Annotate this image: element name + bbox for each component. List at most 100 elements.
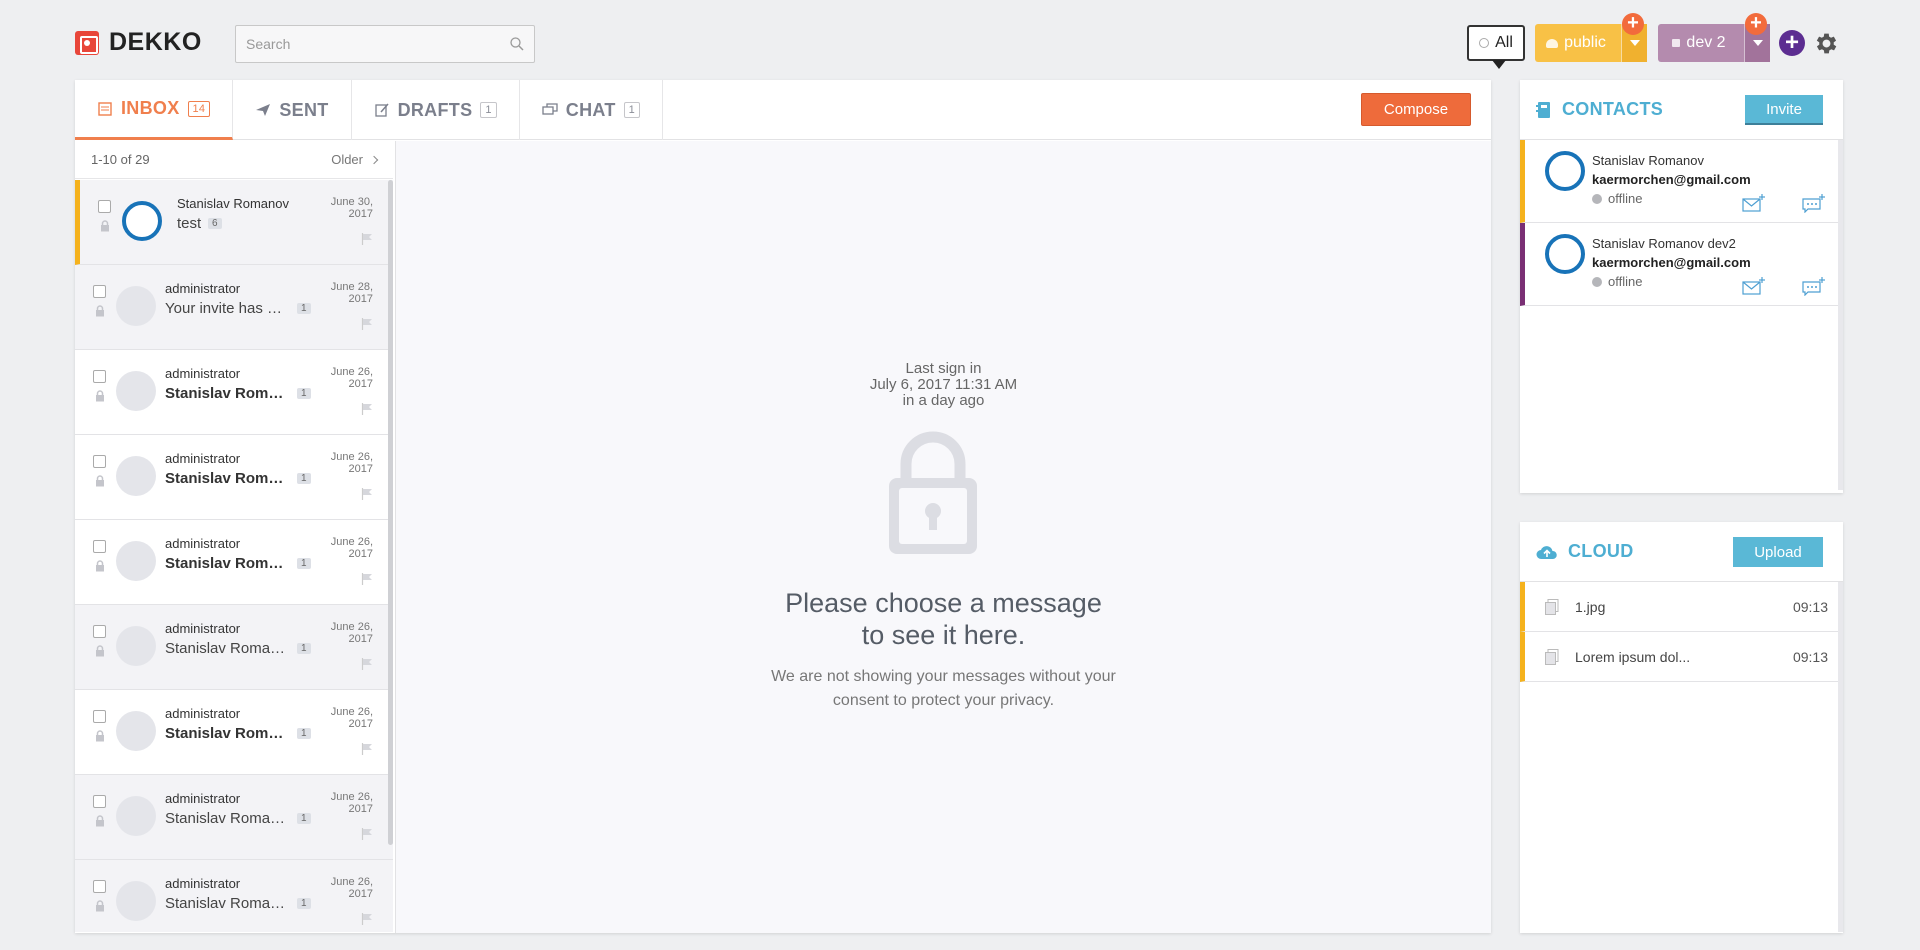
message-count-badge: 1 (297, 558, 311, 569)
message-checkbox[interactable] (93, 455, 106, 468)
message-date: June 26, 2017 (330, 706, 373, 730)
list-range: 1-10 of 29 (91, 152, 150, 167)
message-checkbox[interactable] (98, 200, 111, 213)
cloud-icon (1546, 38, 1559, 48)
space-public-main[interactable]: public (1535, 34, 1621, 52)
message-row[interactable]: administrator Stanislav Romanov 1 June 2… (75, 350, 393, 435)
message-subject: Stanislav Romanov (165, 810, 290, 827)
message-subject: Your invite has been sent (165, 300, 290, 317)
lock-icon (96, 305, 104, 317)
message-subject: Stanislav Romanov (165, 385, 290, 402)
compose-button[interactable]: Compose (1361, 93, 1471, 126)
new-chat-icon[interactable] (1802, 193, 1826, 213)
space-public-button[interactable]: public + (1535, 13, 1647, 62)
avatar (122, 201, 162, 241)
message-row[interactable]: administrator Stanislav Romanov 1 June 2… (75, 520, 393, 605)
message-checkbox[interactable] (93, 625, 106, 638)
new-email-icon[interactable] (1742, 193, 1766, 213)
avatar (116, 456, 156, 496)
flag-icon[interactable] (361, 828, 373, 840)
message-checkbox[interactable] (93, 795, 106, 808)
message-row[interactable]: Stanislav Romanov test 6 June 30, 2017 (75, 180, 393, 265)
tab-sent[interactable]: SENT (233, 80, 352, 140)
flag-icon[interactable] (361, 573, 373, 585)
contact-item[interactable]: Stanislav Romanov kaermorchen@gmail.com … (1520, 140, 1843, 223)
file-time: 09:13 (1792, 599, 1828, 615)
flag-icon[interactable] (361, 318, 373, 330)
empty-title-line2: to see it here. (861, 620, 1026, 650)
flag-icon[interactable] (361, 488, 373, 500)
tab-chat-count: 1 (623, 102, 641, 118)
filter-all-button[interactable]: All (1467, 25, 1525, 69)
file-item[interactable]: 1.jpg 09:13 (1520, 582, 1843, 632)
space-dev2-button[interactable]: dev 2 + (1658, 13, 1770, 62)
cloud-scrollbar[interactable] (1838, 582, 1843, 932)
chevron-down-icon (1752, 40, 1763, 46)
app-logo[interactable]: DEKKO (75, 28, 202, 57)
status-dot-icon (1592, 193, 1602, 204)
lock-icon (96, 560, 104, 572)
add-space-icon[interactable]: + (1779, 30, 1805, 56)
message-subject: test (177, 215, 202, 232)
tab-chat[interactable]: CHAT 1 (520, 80, 664, 140)
tab-drafts[interactable]: DRAFTS 1 (352, 80, 520, 140)
message-row[interactable]: administrator Stanislav Romanov 1 June 2… (75, 860, 393, 932)
flag-icon[interactable] (361, 743, 373, 755)
padlock-icon (889, 431, 977, 554)
new-chat-icon[interactable] (1802, 276, 1826, 296)
space-dev2-main[interactable]: dev 2 (1658, 34, 1744, 52)
message-checkbox[interactable] (93, 285, 106, 298)
search-icon[interactable] (509, 36, 525, 52)
file-name: 1.jpg (1575, 599, 1606, 615)
lock-icon (96, 900, 104, 912)
avatar (116, 371, 156, 411)
dekko-logo-icon (75, 30, 99, 55)
filter-radio-icon (1479, 38, 1490, 48)
message-row[interactable]: administrator Stanislav Romanov 1 June 2… (75, 690, 393, 775)
message-row[interactable]: administrator Stanislav Romanov 1 June 2… (75, 775, 393, 860)
message-subject: Stanislav Romanov (165, 895, 290, 912)
add-to-space-dev2-icon[interactable]: + (1745, 13, 1767, 35)
add-to-space-public-icon[interactable]: + (1622, 13, 1644, 35)
older-link[interactable]: Older (331, 152, 379, 167)
lock-icon (96, 390, 104, 402)
tab-chat-label: CHAT (565, 99, 616, 120)
file-name: Lorem ipsum dol... (1575, 649, 1691, 665)
privacy-line1: We are not showing your messages without… (771, 668, 1116, 685)
message-sender: Stanislav Romanov (177, 196, 289, 211)
contact-item[interactable]: Stanislav Romanov dev2 kaermorchen@gmail… (1520, 223, 1843, 306)
message-checkbox[interactable] (93, 880, 106, 893)
message-checkbox[interactable] (93, 370, 106, 383)
inbox-icon (98, 101, 112, 116)
last-sign-label: Last sign in (905, 360, 982, 377)
message-checkbox[interactable] (93, 540, 106, 553)
file-item[interactable]: Lorem ipsum dol... 09:13 (1520, 632, 1843, 682)
gear-icon[interactable] (1813, 30, 1840, 57)
flag-icon[interactable] (361, 658, 373, 670)
contacts-scrollbar[interactable] (1838, 140, 1843, 490)
message-row[interactable]: administrator Your invite has been sent … (75, 265, 393, 350)
upload-button[interactable]: Upload (1733, 537, 1823, 567)
message-sender: administrator (165, 366, 241, 381)
message-checkbox[interactable] (93, 710, 106, 723)
invite-button[interactable]: Invite (1745, 95, 1823, 125)
message-row[interactable]: administrator Stanislav Romanov 1 June 2… (75, 605, 393, 690)
lock-icon (96, 730, 104, 742)
search-input[interactable] (236, 26, 534, 62)
flag-icon[interactable] (361, 403, 373, 415)
draft-icon (374, 103, 389, 117)
flag-icon[interactable] (361, 913, 373, 925)
address-book-icon (1536, 101, 1550, 118)
last-sign-date: July 6, 2017 11:31 AM (869, 376, 1018, 393)
message-sender: administrator (165, 536, 241, 551)
new-email-icon[interactable] (1742, 276, 1766, 296)
message-sender: administrator (165, 791, 241, 806)
message-date: June 26, 2017 (330, 791, 373, 815)
message-list-scrollbar[interactable] (388, 180, 393, 845)
avatar (116, 881, 156, 921)
avatar (1545, 234, 1585, 274)
avatar (116, 286, 156, 326)
tab-inbox[interactable]: INBOX 14 (75, 80, 234, 140)
message-row[interactable]: administrator Stanislav Romanov 1 June 2… (75, 435, 393, 520)
flag-icon[interactable] (361, 233, 373, 245)
